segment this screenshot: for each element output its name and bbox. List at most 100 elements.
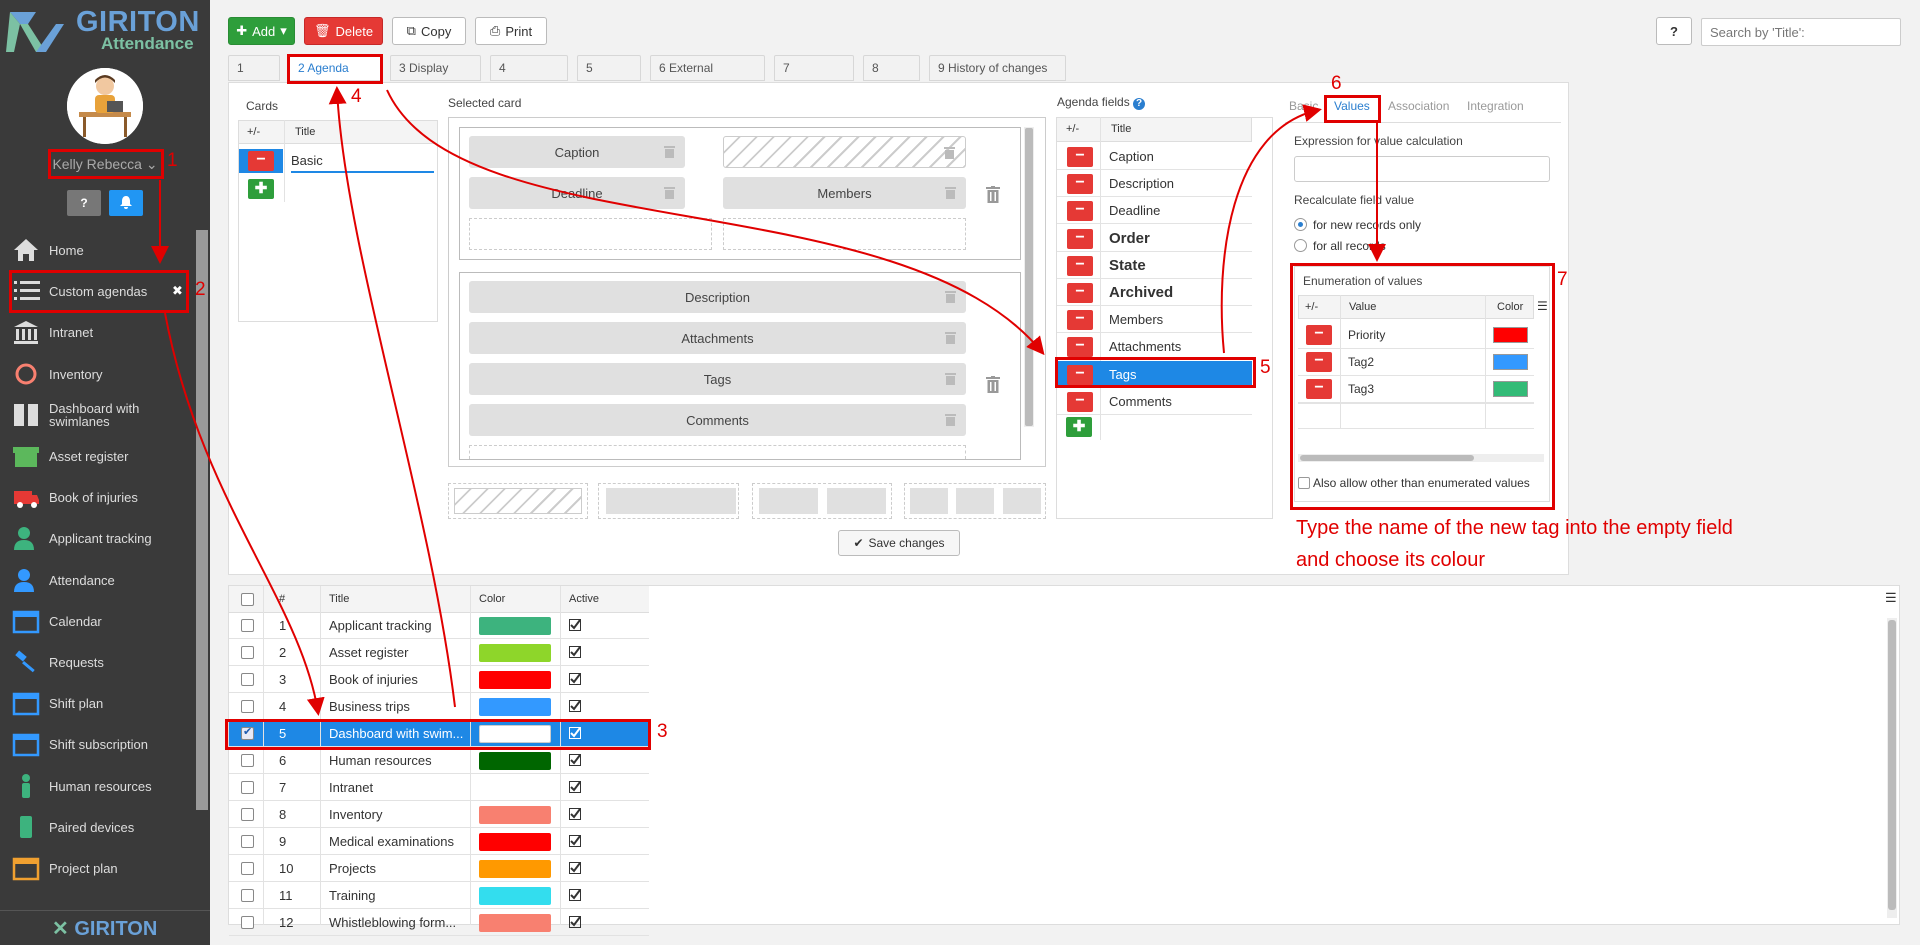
- copy-button[interactable]: ⧉ Copy: [392, 17, 466, 45]
- props-tab-integration[interactable]: Integration: [1467, 99, 1524, 113]
- save-changes-button[interactable]: ✔ Save changes: [838, 530, 960, 556]
- trash-icon[interactable]: [945, 186, 956, 199]
- remove-field-button[interactable]: −: [1067, 283, 1093, 303]
- print-button[interactable]: ⎙ Print: [475, 17, 547, 45]
- row-checkbox[interactable]: [241, 781, 254, 794]
- remove-field-button[interactable]: −: [1067, 391, 1093, 412]
- remove-value-button[interactable]: −: [1306, 379, 1332, 399]
- table-row[interactable]: 8 Inventory: [229, 801, 649, 828]
- row-checkbox[interactable]: [241, 808, 254, 821]
- remove-field-button[interactable]: −: [1067, 255, 1093, 276]
- remove-field-button[interactable]: −: [1067, 201, 1093, 222]
- table-row[interactable]: 4 Business trips: [229, 693, 649, 720]
- allow-other-checkbox[interactable]: [1298, 477, 1310, 489]
- table-row[interactable]: 2 Asset register: [229, 639, 649, 666]
- agenda-field-row-state[interactable]: − State: [1057, 252, 1252, 279]
- tab-8[interactable]: 8 Filters: [863, 55, 920, 99]
- sidebar-item-shift-subscription[interactable]: Shift subscription: [0, 724, 196, 765]
- props-tab-basic[interactable]: Basic: [1289, 99, 1318, 113]
- table-row[interactable]: 7 Intranet: [229, 774, 649, 801]
- add-button[interactable]: ✚ Add ▾: [228, 17, 295, 45]
- trash-icon[interactable]: [945, 290, 956, 303]
- sidebar-item-custom-agendas[interactable]: Custom agendas ✖: [0, 271, 196, 312]
- remove-field-button[interactable]: −: [1067, 364, 1093, 385]
- sidebar-scrollbar[interactable]: [196, 230, 208, 810]
- enum-row[interactable]: − Tag2: [1298, 349, 1534, 376]
- remove-field-button[interactable]: −: [1067, 174, 1093, 195]
- tab-7[interactable]: 7 Documents: [774, 55, 854, 99]
- sidebar-item-attendance[interactable]: Attendance: [0, 560, 196, 601]
- remove-field-button[interactable]: −: [1067, 337, 1093, 358]
- card-field-attachments[interactable]: Attachments: [469, 322, 966, 354]
- agenda-field-row-caption[interactable]: − Caption: [1057, 143, 1252, 170]
- remove-value-button[interactable]: −: [1306, 352, 1332, 372]
- column-menu-icon[interactable]: ☰: [1537, 300, 1548, 312]
- tab-6[interactable]: 6 External calendars: [650, 55, 765, 99]
- card-field-tags[interactable]: Tags: [469, 363, 966, 395]
- tab-9[interactable]: 9 History of changes: [929, 55, 1066, 81]
- row-checkbox[interactable]: [241, 646, 254, 659]
- agenda-field-row-attachments[interactable]: − Attachments: [1057, 333, 1252, 361]
- add-card-button[interactable]: ✚: [248, 179, 274, 199]
- agenda-field-row-deadline[interactable]: − Deadline: [1057, 197, 1252, 225]
- card-name-basic[interactable]: Basic: [291, 149, 434, 173]
- enum-color-swatch[interactable]: [1493, 327, 1528, 343]
- table-row[interactable]: 6 Human resources: [229, 747, 649, 774]
- agenda-field-row-members[interactable]: − Members: [1057, 306, 1252, 334]
- avatar[interactable]: [67, 68, 143, 144]
- table-row[interactable]: 12 Whistleblowing form...: [229, 909, 649, 936]
- add-agenda-field-button[interactable]: ✚: [1066, 417, 1092, 437]
- delete-button[interactable]: 🗑 Delete: [304, 17, 383, 45]
- table-row[interactable]: 3 Book of injuries: [229, 666, 649, 693]
- row-checkbox[interactable]: [241, 916, 254, 929]
- row-checkbox[interactable]: [241, 754, 254, 767]
- trash-icon[interactable]: [944, 146, 955, 159]
- remove-field-button[interactable]: −: [1067, 310, 1093, 331]
- enum-color-swatch[interactable]: [1493, 381, 1528, 397]
- card-field-empty-slot[interactable]: [723, 136, 966, 168]
- delete-row-trash-icon[interactable]: [986, 186, 1000, 203]
- trash-icon[interactable]: [945, 331, 956, 344]
- sidebar-item-project-plan[interactable]: Project plan: [0, 848, 196, 889]
- props-tab-association[interactable]: Association: [1388, 99, 1449, 113]
- sidebar-item-home[interactable]: Home: [0, 230, 196, 271]
- table-row[interactable]: 11 Training: [229, 882, 649, 909]
- tab-2[interactable]: 2 Agenda fields: [289, 55, 381, 99]
- radio-new-records[interactable]: [1294, 218, 1307, 231]
- enum-row[interactable]: − Tag3: [1298, 376, 1534, 403]
- row-checkbox[interactable]: ✔: [241, 726, 254, 740]
- enum-color-swatch[interactable]: [1493, 354, 1528, 370]
- sidebar-item-calendar[interactable]: Calendar: [0, 601, 196, 642]
- help-circle-icon[interactable]: ?: [1133, 98, 1146, 110]
- delete-row-trash-icon[interactable]: [986, 376, 1000, 393]
- sidebar-item-requests[interactable]: Requests: [0, 642, 196, 683]
- table-row[interactable]: 10 Projects: [229, 855, 649, 882]
- help-toolbar-button[interactable]: ?: [1656, 17, 1692, 45]
- sidebar-item-asset-register[interactable]: Asset register: [0, 436, 196, 477]
- remove-card-button[interactable]: −: [248, 151, 274, 171]
- agenda-field-row-archived[interactable]: − Archived: [1057, 279, 1252, 306]
- row-checkbox[interactable]: [241, 835, 254, 848]
- agenda-field-row-tags[interactable]: − Tags: [1057, 360, 1252, 388]
- user-menu[interactable]: Kelly Rebecca ⌄: [44, 150, 166, 178]
- select-all-checkbox[interactable]: [241, 593, 254, 606]
- row-checkbox[interactable]: [241, 700, 254, 713]
- remove-field-button[interactable]: −: [1067, 147, 1093, 167]
- card-field-description[interactable]: Description: [469, 281, 966, 313]
- table-scrollbar[interactable]: [1888, 620, 1896, 910]
- editor-scrollbar[interactable]: [1025, 128, 1033, 426]
- enum-row[interactable]: − Priority: [1298, 322, 1534, 349]
- tab-5[interactable]: 5 Reports: [577, 55, 641, 99]
- card-drop-slot-1[interactable]: [469, 218, 712, 250]
- trash-icon[interactable]: [945, 413, 956, 426]
- sidebar-item-shift-plan[interactable]: Shift plan: [0, 683, 196, 724]
- sidebar-item-applicant-tracking[interactable]: Applicant tracking: [0, 518, 196, 559]
- sidebar-item-dashboard-with-swimlanes[interactable]: Dashboard with swimlanes: [0, 395, 196, 436]
- expression-input[interactable]: [1294, 156, 1550, 182]
- table-row[interactable]: ✔ 5 Dashboard with swim...: [229, 720, 649, 747]
- close-icon[interactable]: ✖: [172, 283, 183, 299]
- table-row[interactable]: 9 Medical examinations: [229, 828, 649, 855]
- enum-new-row[interactable]: [1298, 403, 1534, 429]
- sidebar-item-paired-devices[interactable]: Paired devices: [0, 807, 196, 848]
- trash-icon[interactable]: [664, 145, 675, 158]
